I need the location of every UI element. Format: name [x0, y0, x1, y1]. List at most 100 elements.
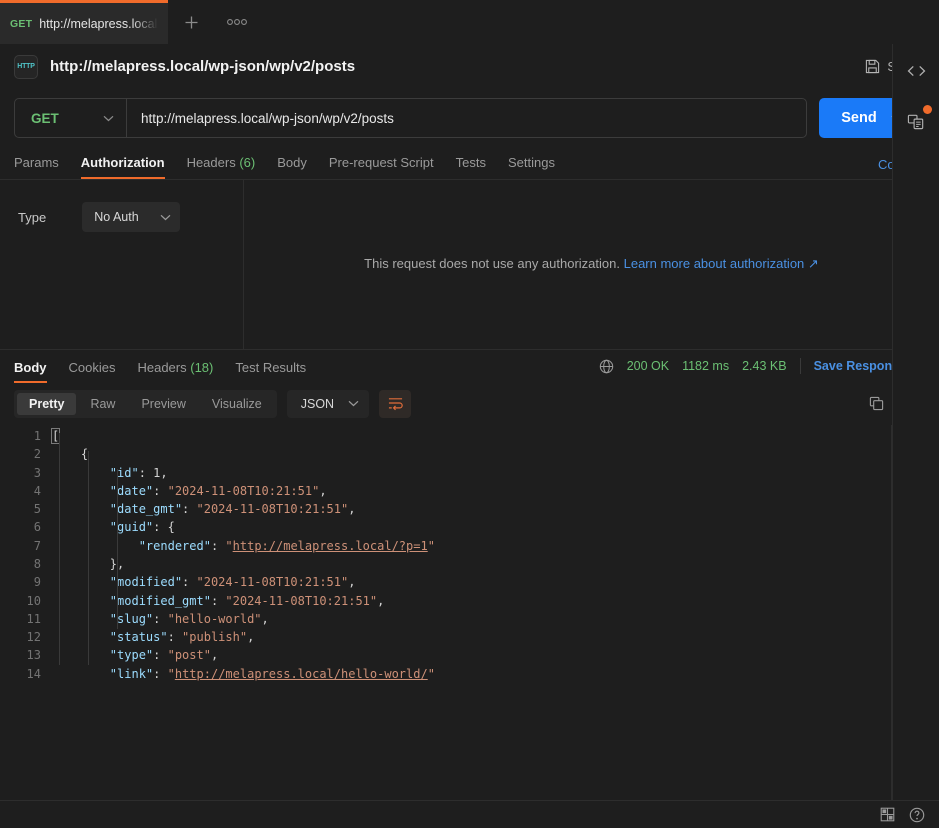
code-token: :	[138, 465, 154, 480]
line-number: 14	[26, 666, 41, 681]
view-mode-group: Pretty Raw Preview Visualize	[14, 389, 277, 418]
code-token: "status"	[109, 630, 168, 645]
code-line-text: "date": "2024-11-08T10:21:51",	[52, 482, 327, 500]
code-line: 14 "link": "http://melapress.local/hello…	[0, 665, 939, 683]
help-button[interactable]	[909, 807, 925, 823]
code-icon	[907, 65, 925, 77]
code-token: ,	[377, 593, 385, 608]
response-tab-headers[interactable]: Headers (18)	[137, 360, 213, 383]
response-format-label: JSON	[300, 396, 335, 411]
tab-pre-request-script[interactable]: Pre-request Script	[329, 155, 434, 179]
url-input[interactable]	[127, 99, 806, 137]
learn-more-link[interactable]: Learn more about authorization ↗	[624, 256, 819, 271]
code-token: :	[153, 520, 168, 535]
view-mode-visualize[interactable]: Visualize	[200, 393, 274, 415]
copy-icon	[869, 397, 883, 411]
code-token: ,	[160, 465, 168, 480]
line-number: 11	[26, 611, 41, 626]
view-mode-preview[interactable]: Preview	[129, 393, 197, 415]
response-body-viewer[interactable]: 1[2 {3 "id": 1, 4 "date": "2024-11-08T10:…	[0, 424, 939, 800]
line-number: 7	[33, 538, 41, 553]
tab-options-button[interactable]	[214, 0, 260, 44]
notification-dot	[923, 105, 932, 114]
tab-params[interactable]: Params	[14, 155, 59, 179]
tab-settings-label: Settings	[507, 155, 555, 170]
documentation-button[interactable]	[901, 105, 932, 136]
line-number: 9	[33, 575, 41, 590]
code-line: 3 "id": 1,	[0, 464, 939, 482]
request-header: HTTP http://melapress.local/wp-json/wp/v…	[0, 44, 939, 89]
code-token: "2024-11-08T10:21:51"	[196, 575, 349, 590]
code-line-text: "id": 1,	[52, 464, 168, 482]
request-tabs: Params Authorization Headers (6) Body Pr…	[0, 147, 939, 179]
response-tab-test-results[interactable]: Test Results	[235, 360, 306, 383]
code-token: "date_gmt"	[109, 502, 183, 517]
line-number: 8	[33, 557, 41, 571]
response-format-select[interactable]: JSON	[286, 389, 370, 418]
http-method-label: GET	[31, 110, 59, 126]
tab-title-label: http://melapress.local/wp	[39, 16, 158, 31]
external-link-icon: ↗	[807, 256, 819, 272]
response-tab-cookies[interactable]: Cookies	[69, 360, 116, 383]
postman-window: GET http://melapress.local/wp HTTP http:…	[0, 0, 939, 828]
code-line: 2 {	[0, 445, 939, 463]
code-token: "2024-11-08T10:21:51"	[225, 593, 378, 608]
auth-type-row: Type No Auth	[18, 202, 243, 232]
response-tabs-bar: Body Cookies Headers (18) Test Results 2…	[0, 348, 939, 383]
word-wrap-toggle[interactable]	[379, 389, 412, 418]
layout-toggle-button[interactable]	[880, 807, 895, 822]
response-tab-headers-label: Headers	[137, 359, 187, 375]
code-token: "post"	[167, 648, 211, 663]
tab-authorization[interactable]: Authorization	[80, 155, 165, 179]
code-line-text: "modified_gmt": "2024-11-08T10:21:51",	[52, 592, 385, 610]
chevron-down-icon	[160, 214, 171, 220]
response-view-bar: Pretty Raw Preview Visualize JSON	[0, 383, 939, 425]
view-mode-raw[interactable]: Raw	[78, 393, 127, 415]
tab-headers[interactable]: Headers (6)	[187, 155, 256, 179]
code-token: http://melapress.local/?p=1	[232, 538, 428, 553]
auth-message-panel: This request does not use any authorizat…	[244, 180, 939, 349]
http-badge-label: HTTP	[17, 63, 35, 70]
status-bar	[0, 800, 939, 828]
tab-bar: GET http://melapress.local/wp	[0, 0, 939, 44]
view-mode-pretty[interactable]: Pretty	[17, 392, 77, 415]
code-token: [	[50, 427, 61, 444]
code-token: ,	[348, 575, 356, 590]
tab-body[interactable]: Body	[277, 155, 307, 179]
line-number: 12	[26, 630, 41, 645]
code-line: 9 "modified": "2024-11-08T10:21:51",	[0, 573, 939, 591]
code-token: ,	[319, 483, 327, 498]
code-line-text: "status": "publish",	[52, 628, 255, 646]
code-token: :	[210, 538, 226, 553]
response-tab-body-label: Body	[14, 359, 47, 375]
code-snippet-button[interactable]	[901, 56, 931, 86]
http-method-select[interactable]: GET	[15, 99, 127, 137]
response-tab-headers-count: (18)	[190, 359, 214, 375]
line-number: 3	[33, 465, 41, 480]
copy-response-button[interactable]	[863, 391, 889, 417]
tab-settings[interactable]: Settings	[508, 155, 555, 179]
tab-headers-count: (6)	[239, 155, 256, 170]
code-token: :	[182, 502, 197, 517]
tab-tests[interactable]: Tests	[456, 155, 486, 179]
new-tab-button[interactable]	[168, 0, 214, 44]
code-line: 12 "status": "publish",	[0, 628, 939, 646]
indent-guide	[59, 432, 61, 665]
chevron-down-icon	[103, 115, 114, 121]
code-line-text: "guid": {	[52, 518, 175, 536]
code-token: :	[153, 611, 168, 626]
code-line-text: [	[50, 427, 61, 445]
word-wrap-icon	[388, 398, 403, 411]
code-token: "	[225, 538, 233, 553]
url-row: GET Send	[0, 89, 939, 147]
more-options-icon	[227, 19, 247, 25]
indent-guide	[88, 450, 90, 665]
auth-type-select[interactable]: No Auth	[82, 202, 181, 232]
code-line-text: {	[52, 445, 88, 463]
tab-tests-label: Tests	[455, 155, 486, 170]
code-token: "2024-11-08T10:21:51"	[167, 483, 320, 498]
response-tab-body[interactable]: Body	[14, 360, 47, 383]
code-token: :	[210, 593, 226, 608]
request-tab[interactable]: GET http://melapress.local/wp	[0, 0, 168, 44]
code-token: "id"	[109, 465, 139, 480]
